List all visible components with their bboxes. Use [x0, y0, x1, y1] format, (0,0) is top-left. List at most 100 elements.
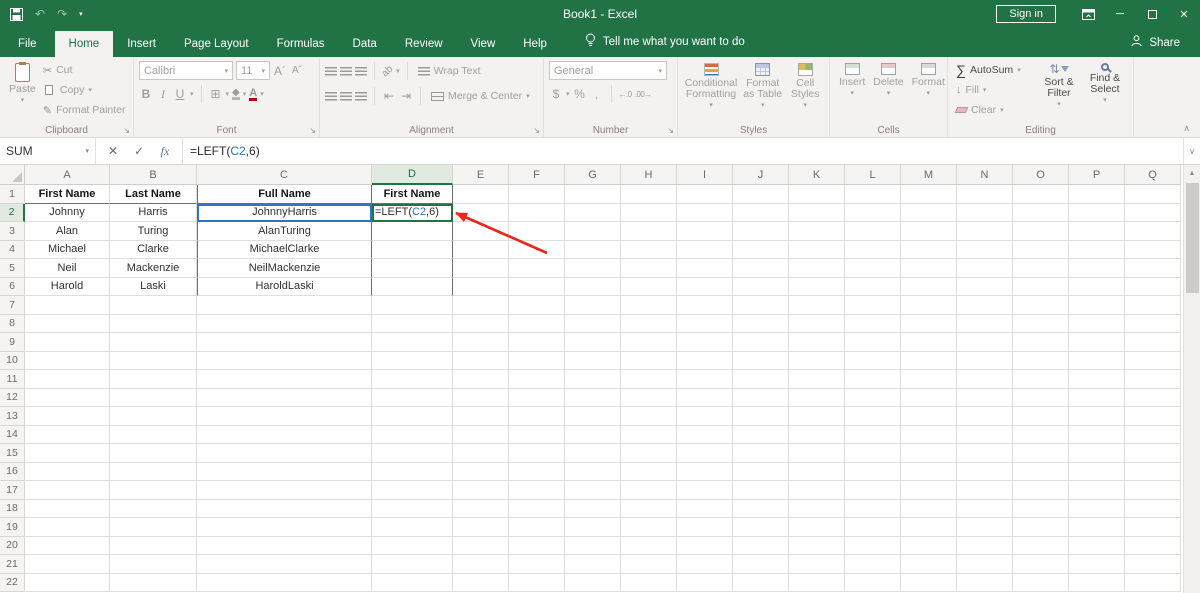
cell-I19[interactable]	[677, 518, 733, 537]
cell-G14[interactable]	[565, 426, 621, 445]
cell-G7[interactable]	[565, 296, 621, 315]
cell-C19[interactable]	[197, 518, 372, 537]
column-header-M[interactable]: M	[901, 165, 957, 185]
cell-Q22[interactable]	[1125, 574, 1181, 593]
cell-K14[interactable]	[789, 426, 845, 445]
row-header-1[interactable]: 1	[0, 185, 25, 204]
cell-I14[interactable]	[677, 426, 733, 445]
cell-N16[interactable]	[957, 463, 1013, 482]
cell-C14[interactable]	[197, 426, 372, 445]
cell-C13[interactable]	[197, 407, 372, 426]
cell-L21[interactable]	[845, 555, 901, 574]
cell-Q10[interactable]	[1125, 352, 1181, 371]
cell-E1[interactable]	[453, 185, 509, 204]
cell-J11[interactable]	[733, 370, 789, 389]
cell-A4[interactable]: Michael	[25, 241, 110, 260]
cell-K16[interactable]	[789, 463, 845, 482]
cell-D2[interactable]: =LEFT(C2,6)	[372, 204, 453, 223]
cell-F13[interactable]	[509, 407, 565, 426]
cell-I4[interactable]	[677, 241, 733, 260]
cell-O22[interactable]	[1013, 574, 1069, 593]
cell-P9[interactable]	[1069, 333, 1125, 352]
cell-N9[interactable]	[957, 333, 1013, 352]
cell-A17[interactable]	[25, 481, 110, 500]
column-header-D[interactable]: D	[372, 165, 453, 185]
cell-N15[interactable]	[957, 444, 1013, 463]
increase-indent-icon[interactable]: ⇥	[399, 89, 413, 103]
italic-button[interactable]: I	[156, 87, 170, 102]
cell-P13[interactable]	[1069, 407, 1125, 426]
cell-O17[interactable]	[1013, 481, 1069, 500]
tab-page-layout[interactable]: Page Layout	[170, 31, 263, 57]
cell-K5[interactable]	[789, 259, 845, 278]
cell-H15[interactable]	[621, 444, 677, 463]
cell-E7[interactable]	[453, 296, 509, 315]
cell-O16[interactable]	[1013, 463, 1069, 482]
cell-C10[interactable]	[197, 352, 372, 371]
cell-F7[interactable]	[509, 296, 565, 315]
cell-H12[interactable]	[621, 389, 677, 408]
tab-home[interactable]: Home	[55, 31, 114, 57]
cell-O6[interactable]	[1013, 278, 1069, 297]
cell-D5[interactable]	[372, 259, 453, 278]
cell-G1[interactable]	[565, 185, 621, 204]
cell-I18[interactable]	[677, 500, 733, 519]
cell-P17[interactable]	[1069, 481, 1125, 500]
cell-E13[interactable]	[453, 407, 509, 426]
cell-Q16[interactable]	[1125, 463, 1181, 482]
clear-button[interactable]: Clear▾	[953, 100, 1035, 120]
cell-H1[interactable]	[621, 185, 677, 204]
format-painter-button[interactable]: ✎Format Painter	[40, 100, 129, 120]
align-center-icon[interactable]	[340, 92, 352, 101]
cell-F21[interactable]	[509, 555, 565, 574]
row-header-14[interactable]: 14	[0, 426, 25, 445]
cell-E9[interactable]	[453, 333, 509, 352]
cell-E16[interactable]	[453, 463, 509, 482]
align-right-icon[interactable]	[355, 92, 367, 101]
cell-Q1[interactable]	[1125, 185, 1181, 204]
cell-F19[interactable]	[509, 518, 565, 537]
cell-N21[interactable]	[957, 555, 1013, 574]
cell-Q12[interactable]	[1125, 389, 1181, 408]
cell-F8[interactable]	[509, 315, 565, 334]
cell-N7[interactable]	[957, 296, 1013, 315]
cell-P6[interactable]	[1069, 278, 1125, 297]
cell-M15[interactable]	[901, 444, 957, 463]
align-left-icon[interactable]	[325, 92, 337, 101]
cell-B21[interactable]	[110, 555, 197, 574]
cell-C1[interactable]: Full Name	[197, 185, 372, 204]
cell-G6[interactable]	[565, 278, 621, 297]
cell-D14[interactable]	[372, 426, 453, 445]
cell-H11[interactable]	[621, 370, 677, 389]
cell-C3[interactable]: AlanTuring	[197, 222, 372, 241]
column-header-C[interactable]: C	[197, 165, 372, 185]
cell-E3[interactable]	[453, 222, 509, 241]
cell-E10[interactable]	[453, 352, 509, 371]
cell-J2[interactable]	[733, 204, 789, 223]
row-header-20[interactable]: 20	[0, 537, 25, 556]
cell-H10[interactable]	[621, 352, 677, 371]
cell-C8[interactable]	[197, 315, 372, 334]
cell-B13[interactable]	[110, 407, 197, 426]
cell-F17[interactable]	[509, 481, 565, 500]
cell-C15[interactable]	[197, 444, 372, 463]
cell-G16[interactable]	[565, 463, 621, 482]
row-header-19[interactable]: 19	[0, 518, 25, 537]
cell-J8[interactable]	[733, 315, 789, 334]
cell-J20[interactable]	[733, 537, 789, 556]
cell-E18[interactable]	[453, 500, 509, 519]
cell-F3[interactable]	[509, 222, 565, 241]
cell-G19[interactable]	[565, 518, 621, 537]
alignment-dialog-launcher[interactable]: ↘	[533, 127, 540, 135]
cell-L12[interactable]	[845, 389, 901, 408]
cell-E6[interactable]	[453, 278, 509, 297]
cell-M10[interactable]	[901, 352, 957, 371]
cell-I10[interactable]	[677, 352, 733, 371]
cut-button[interactable]: ✂Cut	[40, 60, 129, 80]
font-dialog-launcher[interactable]: ↘	[309, 127, 316, 135]
cell-L8[interactable]	[845, 315, 901, 334]
cell-Q3[interactable]	[1125, 222, 1181, 241]
cell-A11[interactable]	[25, 370, 110, 389]
save-icon[interactable]	[10, 8, 23, 21]
orientation-icon[interactable]: ab	[380, 63, 396, 79]
